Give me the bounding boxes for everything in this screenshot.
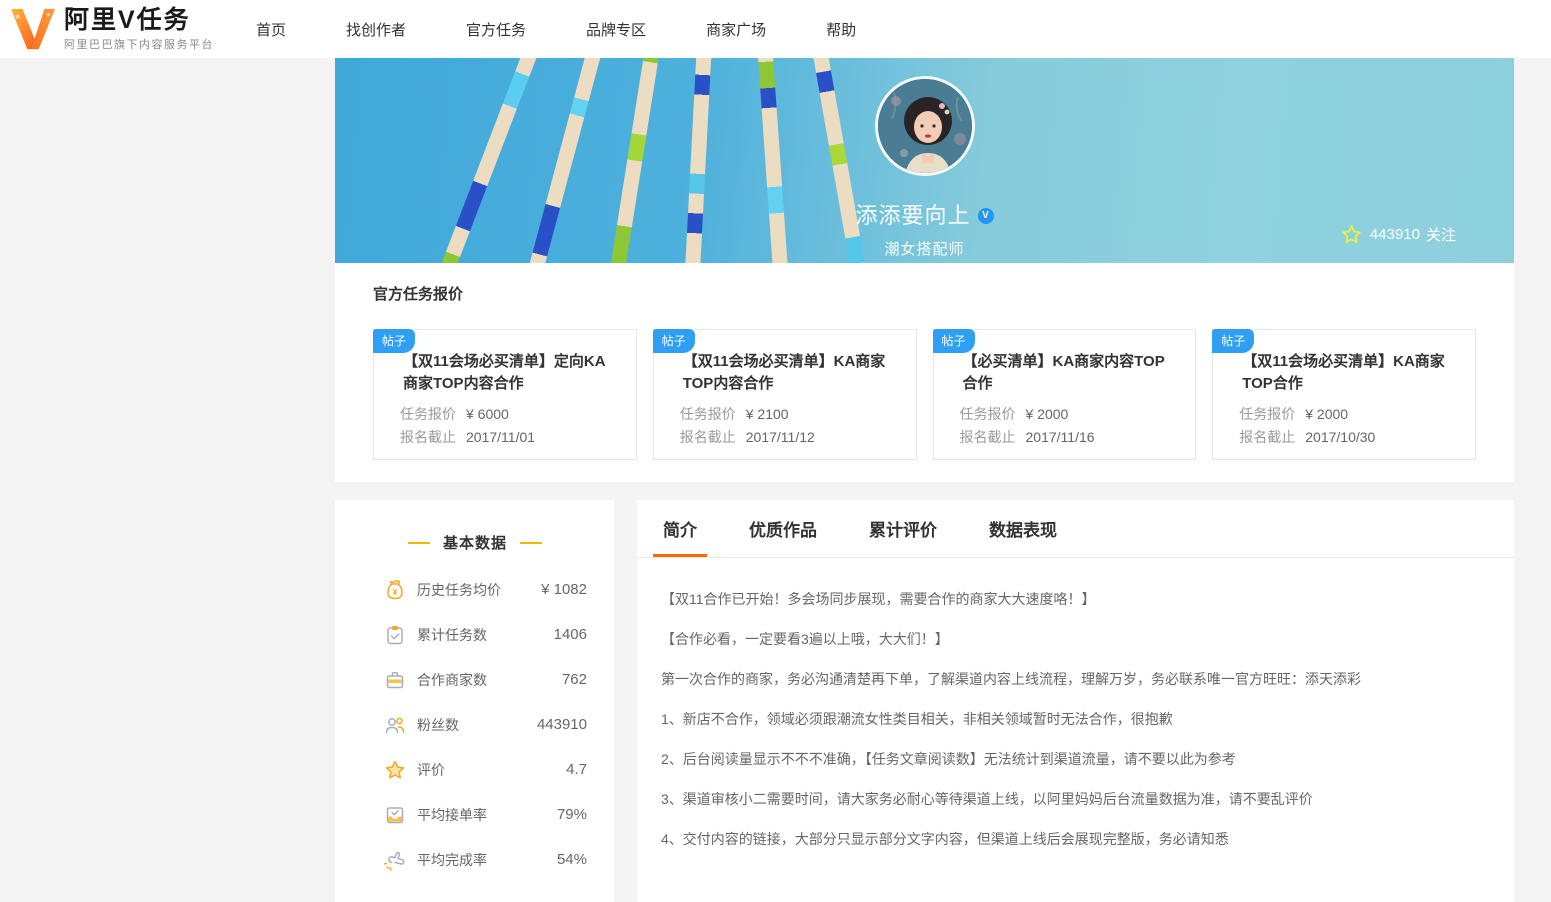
stat-row-completion-rate: 平均完成率 54% <box>383 837 587 882</box>
intro-paragraph: 【合作必看，一定要看3遍以上哦，大大们！】 <box>661 631 949 647</box>
stat-row-rating: 评价 4.7 <box>383 747 587 792</box>
follow-count[interactable]: 443910 关注 <box>1341 224 1456 245</box>
briefcase-icon <box>386 671 404 688</box>
nav-merchant-plaza[interactable]: 商家广场 <box>698 15 774 44</box>
users-icon <box>385 717 405 733</box>
brand-logo[interactable]: 阿里V任务 阿里巴巴旗下内容服务平台 <box>10 5 214 52</box>
stats-section-title: 基本数据 <box>383 532 567 553</box>
follower-label: 关注 <box>1425 227 1456 244</box>
lower-columns: 基本数据 ¥ 历史任务均价 ¥ 1082 累计任务数 1406 合作商家数 76… <box>335 500 1514 902</box>
tasks-section-title: 官方任务报价 <box>373 286 464 303</box>
profile-block: 添添要向上 V 潮女搭配师 <box>335 76 1514 259</box>
money-bag-icon: ¥ <box>387 579 403 599</box>
verified-badge-icon: V <box>977 208 994 224</box>
avatar[interactable] <box>874 76 975 176</box>
tab-reviews[interactable]: 累计评价 <box>866 500 940 557</box>
nav-home[interactable]: 首页 <box>248 15 294 44</box>
intro-paragraph: 1、新店不合作，领域必须跟潮流女性类目相关，非相关领域暂时无法合作，很抱歉 <box>661 711 1173 727</box>
task-cards-row: 帖子 【双11会场必买清单】定向KA商家TOP内容合作 任务报价 ¥ 6000 … <box>373 329 1476 460</box>
follower-number: 443910 <box>1369 226 1420 243</box>
brand-name: 阿里V任务 <box>64 5 191 34</box>
deadline-value: 2017/11/12 <box>745 429 815 445</box>
task-card[interactable]: 帖子 【双11会场必买清单】KA商家TOP合作 任务报价 ¥ 2000 报名截止… <box>1212 329 1476 460</box>
detail-tabs: 简介 优质作品 累计评价 数据表现 <box>637 500 1514 558</box>
price-label: 任务报价 <box>1239 406 1296 422</box>
deadline-value: 2017/10/30 <box>1305 429 1376 445</box>
intro-paragraph: 【双11合作已开始！多会场同步展现，需要合作的商家大大速度咯！】 <box>661 591 1096 607</box>
deadline-label: 报名截止 <box>1239 429 1296 445</box>
basic-stats-panel: 基本数据 ¥ 历史任务均价 ¥ 1082 累计任务数 1406 合作商家数 76… <box>335 500 614 902</box>
profile-name: 添添要向上 <box>855 203 971 228</box>
stat-row-accept-rate: 平均接单率 79% <box>383 792 587 837</box>
price-label: 任务报价 <box>959 406 1016 422</box>
deadline-label: 报名截止 <box>959 429 1016 445</box>
nav-official-tasks[interactable]: 官方任务 <box>458 15 534 44</box>
stat-row-total-tasks: 累计任务数 1406 <box>383 612 587 657</box>
price-label: 任务报价 <box>400 406 456 422</box>
nav-find-creators[interactable]: 找创作者 <box>338 15 414 44</box>
task-card[interactable]: 帖子 【双11会场必买清单】定向KA商家TOP内容合作 任务报价 ¥ 6000 … <box>373 329 637 460</box>
nav-brand-zone[interactable]: 品牌专区 <box>578 15 654 44</box>
intro-paragraph: 3、渠道审核小二需要时间，请大家务必耐心等待渠道上线，以阿里妈妈后台流量数据为准… <box>661 791 1313 807</box>
main-nav: 首页 找创作者 官方任务 品牌专区 商家广场 帮助 <box>248 15 908 44</box>
post-type-badge: 帖子 <box>652 329 695 353</box>
nav-help[interactable]: 帮助 <box>818 15 864 44</box>
profile-banner: 添添要向上 V 潮女搭配师 443910 关注 <box>335 58 1514 263</box>
price-value: ¥ 2000 <box>1025 406 1069 422</box>
task-card[interactable]: 帖子 【必买清单】KA商家内容TOP合作 任务报价 ¥ 2000 报名截止 20… <box>932 329 1197 460</box>
tab-featured-works[interactable]: 优质作品 <box>746 500 820 557</box>
official-tasks-panel: 官方任务报价 帖子 【双11会场必买清单】定向KA商家TOP内容合作 任务报价 … <box>335 263 1514 482</box>
post-type-badge: 帖子 <box>1212 329 1255 353</box>
profile-detail-panel: 简介 优质作品 累计评价 数据表现 【双11合作已开始！多会场同步展现，需要合作… <box>637 500 1514 902</box>
deadline-value: 2017/11/16 <box>1025 429 1095 445</box>
inbox-check-icon <box>386 806 404 823</box>
stat-row-fans: 粉丝数 443910 <box>383 702 587 747</box>
deadline-label: 报名截止 <box>679 429 736 445</box>
task-title: 【双11会场必买清单】定向KA商家TOP内容合作 <box>403 353 606 392</box>
deadline-label: 报名截止 <box>400 429 456 445</box>
profile-role: 潮女搭配师 <box>884 241 965 258</box>
svg-text:¥: ¥ <box>393 587 398 597</box>
post-type-badge: 帖子 <box>373 329 416 353</box>
price-value: ¥ 6000 <box>466 406 509 422</box>
deadline-value: 2017/11/01 <box>466 429 536 445</box>
intro-paragraph: 4、交付内容的链接，大部分只显示部分文字内容，但渠道上线后会展现完整版，务必请知… <box>661 831 1229 847</box>
title-dash <box>520 541 542 544</box>
stat-row-merchants: 合作商家数 762 <box>383 657 587 702</box>
ok-hand-icon <box>383 851 405 871</box>
top-header: 阿里V任务 阿里巴巴旗下内容服务平台 首页 找创作者 官方任务 品牌专区 商家广… <box>0 0 1551 58</box>
brand-v-icon <box>11 8 55 50</box>
task-title: 【双11会场必买清单】KA商家TOP合作 <box>1242 353 1445 392</box>
clipboard-check-icon <box>387 625 403 644</box>
tab-intro[interactable]: 简介 <box>653 500 707 557</box>
intro-paragraph: 2、后台阅读量显示不不不准确，【任务文章阅读数】无法统计到渠道流量，请不要以此为… <box>661 751 1236 767</box>
title-dash <box>407 541 430 544</box>
intro-content: 【双11合作已开始！多会场同步展现，需要合作的商家大大速度咯！】 【合作必看，一… <box>637 558 1514 850</box>
tab-performance[interactable]: 数据表现 <box>986 500 1060 557</box>
brand-tagline: 阿里巴巴旗下内容服务平台 <box>64 38 214 51</box>
task-card[interactable]: 帖子 【双11会场必买清单】KA商家TOP内容合作 任务报价 ¥ 2100 报名… <box>652 329 917 460</box>
intro-paragraph: 第一次合作的商家，务必沟通清楚再下单，了解渠道内容上线流程，理解万岁，务必联系唯… <box>661 671 1361 687</box>
star-icon <box>385 760 405 779</box>
star-icon <box>1342 225 1361 243</box>
price-value: ¥ 2100 <box>745 406 789 422</box>
post-type-badge: 帖子 <box>932 329 975 353</box>
task-title: 【双11会场必买清单】KA商家TOP内容合作 <box>682 353 886 392</box>
price-value: ¥ 2000 <box>1305 406 1349 422</box>
stat-row-avg-price: ¥ 历史任务均价 ¥ 1082 <box>383 567 587 612</box>
task-title: 【必买清单】KA商家内容TOP合作 <box>962 353 1165 392</box>
price-label: 任务报价 <box>679 406 736 422</box>
page-container: 添添要向上 V 潮女搭配师 443910 关注 官方任务报价 帖子 【双11会场… <box>335 58 1514 902</box>
